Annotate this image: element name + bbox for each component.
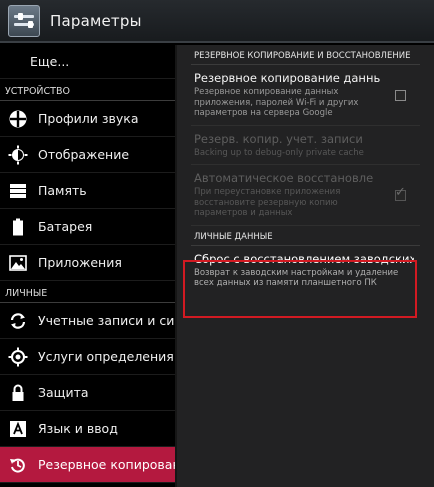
storage-icon (6, 179, 30, 203)
sidebar-item-label: Еще... (30, 54, 70, 69)
display-icon (6, 143, 30, 167)
sidebar-item-location[interactable]: Услуги определения ме (0, 339, 175, 375)
pref-backup-data[interactable]: Резервное копирование данны Резервное ко… (191, 65, 420, 126)
pref-summary: Backing up to debug-only private cache (194, 147, 364, 158)
sidebar-header-personal: ЛИЧНЫЕ (0, 281, 175, 303)
sidebar-item-language[interactable]: Язык и ввод (0, 411, 175, 447)
sidebar-item-accounts-sync[interactable]: Учетные записи и синхр (0, 303, 175, 339)
location-icon (6, 345, 30, 369)
sidebar-item-label: Отображение (38, 147, 130, 162)
sidebar-item-label: Язык и ввод (38, 421, 118, 436)
pref-title: Резерв. копир. учет. записи (194, 131, 363, 146)
sidebar-item-label: Учетные записи и синхр (38, 313, 175, 328)
sidebar-item-storage[interactable]: Память (0, 173, 175, 209)
sound-profile-icon (6, 107, 30, 131)
app-title: Параметры (50, 11, 142, 30)
sidebar-header-device: УСТРОЙСТВО (0, 79, 175, 101)
auto-restore-checkbox: ✓ (395, 186, 406, 201)
settings-app-icon[interactable] (8, 4, 40, 37)
pref-auto-restore: Автоматическое восстановле При переустан… (191, 165, 420, 226)
sidebar-item-sound-profiles[interactable]: Профили звука (0, 101, 175, 137)
pref-summary: Резервное копирование данных приложения,… (194, 87, 359, 118)
sidebar-item-label: Резервное копировани (38, 457, 175, 472)
battery-icon (6, 215, 30, 239)
action-bar: Параметры (0, 0, 434, 43)
settings-sidebar: Еще... УСТРОЙСТВО Профили звука Отображе… (0, 45, 175, 487)
checkmark-icon: ✓ (395, 184, 406, 200)
sidebar-item-apps[interactable]: Приложения (0, 245, 175, 281)
backup-icon (6, 453, 30, 477)
sidebar-item-backup[interactable]: Резервное копировани (0, 447, 175, 483)
sidebar-item-battery[interactable]: Батарея (0, 209, 175, 245)
sync-icon (6, 309, 30, 333)
sidebar-item-label: Память (38, 183, 87, 198)
factory-reset-highlight (183, 260, 417, 318)
pref-title: Резервное копирование данны (194, 71, 380, 85)
apps-icon (6, 251, 30, 275)
sidebar-item-label: Приложения (38, 255, 122, 270)
sidebar-item-security[interactable]: Защита (0, 375, 175, 411)
backup-data-checkbox[interactable] (395, 89, 406, 101)
pref-backup-account: Резерв. копир. учет. записи Backing up t… (191, 126, 420, 165)
sidebar-item-label: Батарея (38, 219, 93, 234)
pref-summary: При переустановке приложения восстановит… (194, 187, 341, 218)
sidebar-item-label: Услуги определения ме (38, 349, 175, 364)
sidebar-item-display[interactable]: Отображение (0, 137, 175, 173)
settings-content: РЕЗЕРВНОЕ КОПИРОВАНИЕ И ВОССТАНОВЛЕНИЕ Р… (177, 45, 434, 487)
sidebar-item-label: Профили звука (38, 111, 139, 126)
sidebar-item-more[interactable]: Еще... (0, 45, 175, 79)
section-header-personal-data: ЛИЧНЫЕ ДАННЫЕ (191, 226, 420, 246)
lock-icon (6, 381, 30, 405)
sidebar-item-label: Защита (38, 385, 89, 400)
language-icon (6, 417, 30, 441)
section-header-backup: РЕЗЕРВНОЕ КОПИРОВАНИЕ И ВОССТАНОВЛЕНИЕ (191, 45, 420, 65)
pref-title: Автоматическое восстановле (194, 171, 374, 185)
